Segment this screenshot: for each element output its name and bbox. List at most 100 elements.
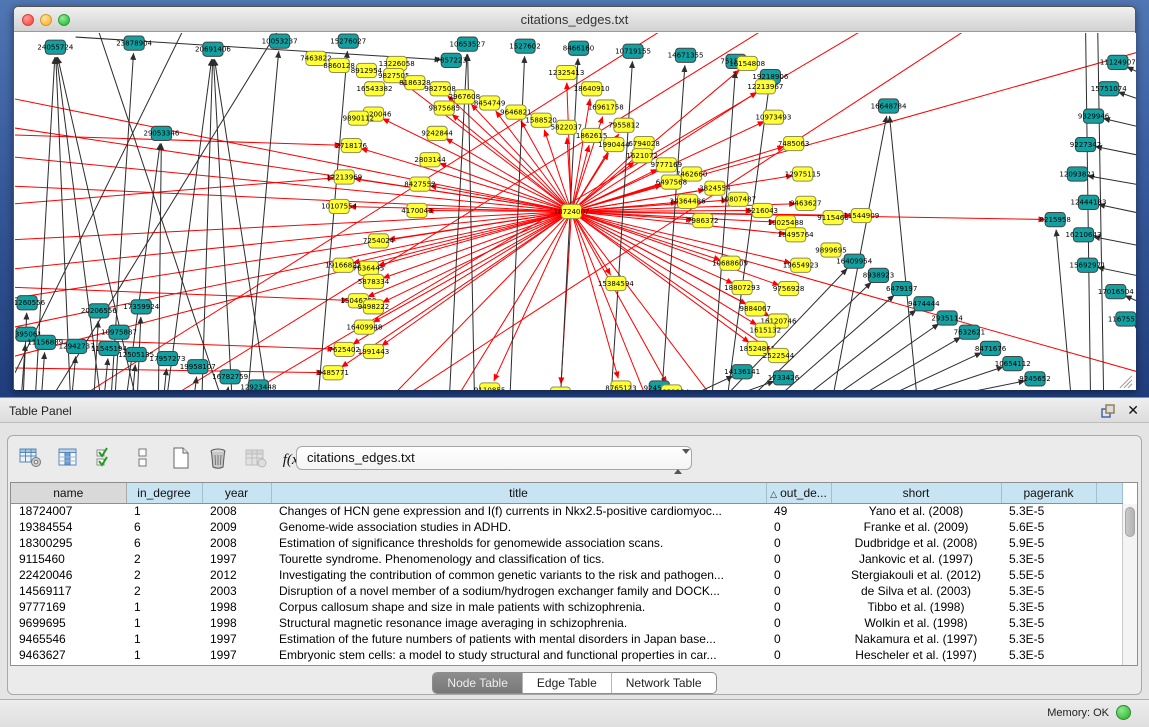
graph-edge[interactable] <box>571 212 1136 373</box>
graph-node[interactable]: 7986372 <box>687 214 718 228</box>
graph-node[interactable]: 9245652 <box>1019 372 1050 386</box>
graph-node[interactable]: 9110855 <box>474 383 505 390</box>
graph-edge[interactable] <box>361 148 571 211</box>
graph-edge[interactable] <box>163 369 166 390</box>
graph-edge[interactable] <box>15 178 334 206</box>
graph-edge[interactable] <box>904 367 1003 390</box>
graph-edge[interactable] <box>202 59 213 390</box>
column-header-year[interactable]: year <box>202 483 271 503</box>
graph-node[interactable]: 8765123 <box>605 381 636 390</box>
graph-node[interactable]: 10654112 <box>995 357 1031 371</box>
graph-node[interactable]: 4170043 <box>401 203 432 217</box>
table-row[interactable]: 946554611997Estimation of the future num… <box>11 631 1122 647</box>
graph-node[interactable]: 7625402 <box>328 342 359 356</box>
graph-node[interactable]: 6497568 <box>656 175 688 189</box>
float-panel-icon[interactable] <box>1101 404 1115 418</box>
graph-node[interactable]: 8466160 <box>563 41 595 55</box>
graph-node[interactable]: 14671355 <box>668 48 704 62</box>
graph-node[interactable]: 12444183 <box>1071 195 1107 209</box>
graph-node[interactable]: 16961758 <box>588 100 624 114</box>
table-row[interactable]: 1456911722003Disruption of a novel membe… <box>11 583 1122 599</box>
show-columns-button[interactable] <box>53 444 83 472</box>
graph-node[interactable]: 15276027 <box>330 34 366 48</box>
graph-node[interactable]: 1991443 <box>358 344 389 358</box>
graph-edge[interactable] <box>1127 67 1136 74</box>
graph-edge[interactable] <box>494 212 572 381</box>
graph-node[interactable]: 17359924 <box>123 300 159 314</box>
scrollbar-thumb[interactable] <box>1125 507 1135 537</box>
graph-edge[interactable] <box>104 359 108 390</box>
tab-network-table[interactable]: Network Table <box>612 673 716 693</box>
graph-edge[interactable] <box>661 65 685 390</box>
graph-node[interactable]: 9899695 <box>815 243 846 257</box>
network-canvas[interactable]: 24055724 23878904 20691406 10053237 15276027… <box>15 33 1136 390</box>
graph-edge[interactable] <box>247 51 278 390</box>
graph-node[interactable]: 12975115 <box>785 167 821 181</box>
graph-node[interactable]: 19654923 <box>783 258 819 272</box>
graph-node[interactable]: 7632621 <box>954 325 985 339</box>
graph-node[interactable]: 9756928 <box>773 281 805 295</box>
column-header-out_degree[interactable]: △out_de... <box>766 483 831 503</box>
vertical-scrollbar[interactable] <box>1122 504 1137 665</box>
table-row[interactable]: 946362711997Embryonic stem cells: a mode… <box>11 647 1122 663</box>
table-row[interactable]: 977716911998Corpus callosum shape and si… <box>11 599 1122 615</box>
graph-node[interactable]: 7857223 <box>436 53 467 67</box>
graph-edge[interactable] <box>15 185 571 211</box>
column-header-title[interactable]: title <box>271 483 766 503</box>
clear-selection-button[interactable] <box>128 444 158 472</box>
graph-node[interactable]: 10973493 <box>755 110 791 124</box>
graph-edge[interactable] <box>166 33 782 390</box>
column-header-name[interactable]: name <box>11 483 126 503</box>
graph-node[interactable]: 1990444 <box>598 137 630 151</box>
graph-node[interactable]: 24055724 <box>37 40 73 54</box>
table-options-button[interactable] <box>16 444 46 472</box>
tab-edge-table[interactable]: Edge Table <box>523 673 612 693</box>
graph-node[interactable]: 9329946 <box>1078 109 1110 123</box>
graph-node[interactable]: 9890112 <box>343 111 374 125</box>
graph-node[interactable]: 10107554 <box>321 199 357 213</box>
graph-node[interactable]: 12093821 <box>1059 167 1095 181</box>
graph-node[interactable]: 8427552 <box>404 177 435 191</box>
graph-node[interactable]: 12325413 <box>548 65 584 79</box>
graph-edge[interactable] <box>571 99 590 212</box>
graph-edge[interactable] <box>1118 92 1136 100</box>
citation-network-graph[interactable]: 24055724 23878904 20691406 10053237 15276027… <box>15 33 1136 390</box>
graph-edge[interactable] <box>571 212 618 379</box>
graph-node[interactable]: 12923448 <box>240 380 276 390</box>
graph-node[interactable]: 10653527 <box>449 37 485 51</box>
graph-node[interactable]: 5878334 <box>358 274 390 288</box>
graph-node[interactable]: 9242844 <box>421 126 453 140</box>
graph-node[interactable]: 8938923 <box>863 268 894 282</box>
graph-edge[interactable] <box>801 310 916 390</box>
column-header-pagerank[interactable]: pagerank <box>1001 483 1096 503</box>
column-header-in_degree[interactable]: in_degree <box>126 483 202 503</box>
graph-edge[interactable] <box>853 337 960 390</box>
window-titlebar[interactable]: citations_edges.txt <box>14 7 1135 32</box>
graph-node[interactable]: 2935114 <box>931 311 963 325</box>
graph-edge[interactable] <box>15 94 571 212</box>
graph-node[interactable]: 9485771 <box>317 366 348 380</box>
graph-node[interactable]: 23878904 <box>116 36 152 50</box>
column-header-short[interactable]: short <box>831 483 1001 503</box>
graph-node[interactable]: 12213969 <box>326 170 362 184</box>
new-table-button[interactable] <box>166 444 196 472</box>
graph-node[interactable]: 20691406 <box>195 42 231 56</box>
graph-node[interactable]: 15692971 <box>1070 258 1106 272</box>
select-all-columns-button[interactable] <box>91 444 121 472</box>
graph-node[interactable]: 7485063 <box>778 136 809 150</box>
graph-node[interactable]: 20206556 <box>81 304 117 318</box>
graph-node[interactable]: 10688609 <box>712 256 748 270</box>
graph-node[interactable]: 18807293 <box>724 280 760 294</box>
graph-node[interactable]: 7955812 <box>608 118 639 132</box>
graph-node[interactable]: 2803144 <box>414 153 446 167</box>
graph-node[interactable]: 10053237 <box>262 34 298 48</box>
graph-node[interactable]: 9463627 <box>790 196 821 210</box>
table-selector-dropdown[interactable]: citations_edges.txt <box>296 446 692 470</box>
graph-node[interactable]: 9227342 <box>1070 137 1101 151</box>
graph-node[interactable]: 18640910 <box>574 82 610 96</box>
graph-edge[interactable] <box>94 321 98 390</box>
graph-node[interactable]: 12213967 <box>747 80 783 94</box>
graph-edge[interactable] <box>571 51 1136 211</box>
graph-node[interactable]: 10975887 <box>101 325 137 339</box>
table-row[interactable]: 2242004622012Investigating the contribut… <box>11 567 1122 583</box>
